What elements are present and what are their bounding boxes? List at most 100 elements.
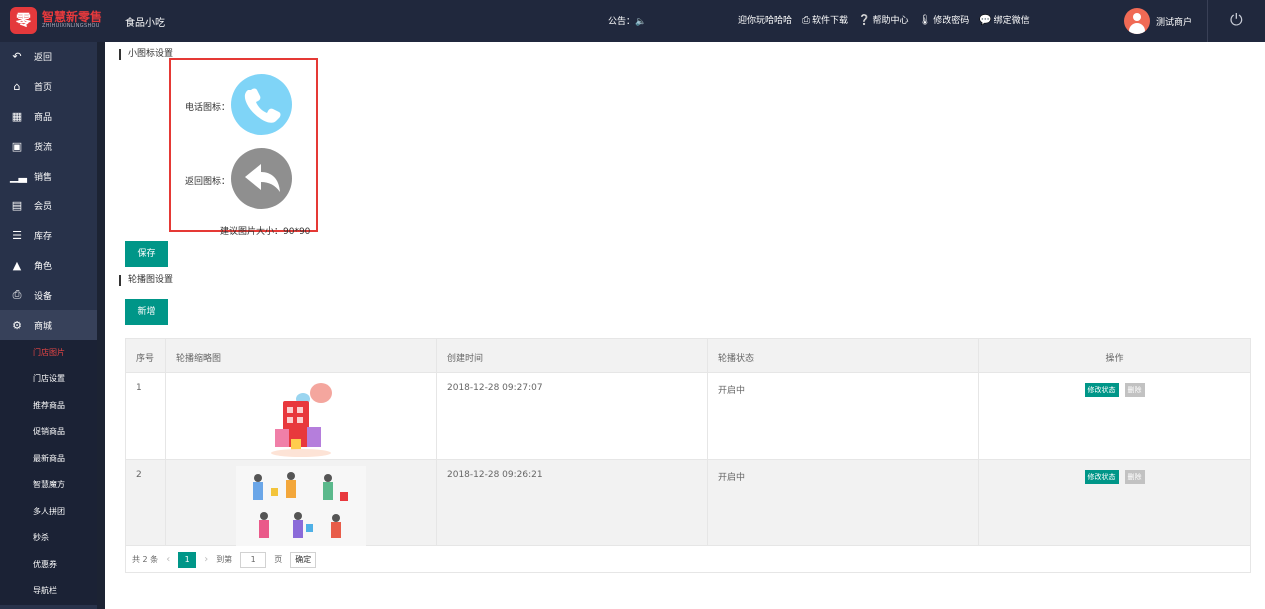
edit-status-button[interactable]: 修改状态: [1084, 383, 1119, 397]
row-created: 2018-12-28 09:26:21: [437, 460, 708, 546]
bar-chart-icon: ▁▃: [10, 169, 27, 183]
sidebar-subitem-promotions[interactable]: 促销商品: [0, 419, 97, 446]
user-menu[interactable]: 测试商户: [1124, 8, 1192, 34]
main-content: 小图标设置 电话图标： 返回图标： 建议图片大小：90*90 保存 轮播图设置 …: [105, 42, 1265, 609]
sidebar-item-sales[interactable]: ▁▃ 销售: [0, 161, 105, 191]
sidebar-subitem-magic-cube[interactable]: 智慧魔方: [0, 472, 97, 499]
sidebar-item-label: 会员: [34, 202, 53, 213]
sidebar-item-label: 商城: [34, 321, 53, 332]
store-name: 食品小吃: [125, 18, 165, 29]
total-count: 共 2 条: [132, 555, 159, 564]
truck-icon: ▣: [11, 139, 23, 153]
link-help[interactable]: ❔ 帮助中心: [858, 13, 908, 26]
col-created: 创建时间: [437, 339, 708, 373]
sidebar-subitem-group-buy[interactable]: 多人拼团: [0, 499, 97, 526]
print-icon: ⎙: [802, 15, 811, 26]
sidebar-subitem-newest[interactable]: 最新商品: [0, 446, 97, 473]
page-1[interactable]: 1: [178, 551, 197, 568]
link-password-label: 修改密码: [933, 16, 970, 26]
link-wechat[interactable]: 💬 绑定微信: [979, 13, 1029, 26]
next-page-icon[interactable]: ›: [204, 554, 208, 565]
col-index: 序号: [126, 339, 166, 373]
sidebar-subitem-store-settings[interactable]: 门店设置: [0, 366, 97, 393]
row-thumbnail: [166, 460, 437, 546]
small-icons-title: 小图标设置: [119, 49, 173, 60]
sidebar-item-stock[interactable]: ☰ 库存: [0, 221, 105, 251]
sidebar-subitem-navbar[interactable]: 导航栏: [0, 578, 97, 605]
sidebar-submenu-mall: 门店图片 门店设置 推荐商品 促销商品 最新商品 智慧魔方 多人拼团 秒杀 优惠…: [0, 339, 97, 605]
header-divider: [1207, 0, 1208, 42]
sidebar-subitem-flash-sale[interactable]: 秒杀: [0, 525, 97, 552]
sidebar-item-label: 库存: [34, 232, 53, 243]
add-button[interactable]: 新增: [125, 299, 168, 325]
delete-button[interactable]: 删除: [1124, 470, 1145, 484]
logo[interactable]: 零 智慧新零售 ZHIHUIXINLINGSHOU: [10, 6, 105, 36]
username: 测试商户: [1156, 17, 1193, 28]
row-index: 2: [126, 460, 166, 546]
sidebar-item-back[interactable]: ↶ 返回: [0, 42, 105, 72]
power-icon[interactable]: ⏻: [1230, 10, 1243, 30]
speaker-icon: 🔈: [635, 17, 647, 27]
table-row: 1 2018-12-28 09:27:07 开启中 修改状态 删除: [126, 373, 1250, 460]
sidebar-item-label: 首页: [34, 83, 53, 94]
sidebar-subitem-store-images[interactable]: 门店图片: [0, 340, 97, 367]
col-thumbnail: 轮播缩略图: [166, 339, 437, 373]
phone-icon-upload[interactable]: [231, 74, 292, 135]
row-status: 开启中: [708, 460, 979, 546]
col-actions: 操作: [979, 339, 1250, 373]
sidebar-item-label: 销售: [34, 172, 53, 183]
thermometer-icon: 🌡: [918, 15, 932, 26]
back-icon-label: 返回图标：: [185, 177, 231, 187]
link-wechat-label: 绑定微信: [993, 16, 1030, 26]
reply-icon: [245, 164, 280, 192]
sidebar-item-home[interactable]: ⌂ 首页: [0, 72, 105, 102]
row-status: 开启中: [708, 373, 979, 460]
back-icon: ↶: [12, 50, 22, 64]
pagination: 共 2 条 ‹ 1 › 到第 1 页 确定: [126, 546, 1250, 573]
table-row: 2 2018-12-28 09:26:21 开启中 修改状态 删除: [126, 460, 1250, 546]
sidebar-subitem-recommended[interactable]: 推荐商品: [0, 393, 97, 420]
carousel-title: 轮播图设置: [119, 275, 173, 286]
shoppers-image[interactable]: [236, 466, 366, 546]
sidebar-item-label: 设备: [34, 291, 53, 302]
sidebar-item-goods[interactable]: ▦ 商品: [0, 102, 105, 132]
back-icon-upload[interactable]: [231, 148, 292, 209]
delete-button[interactable]: 删除: [1124, 383, 1145, 397]
link-download-label: 软件下载: [812, 16, 849, 26]
sidebar-scrollbar[interactable]: [97, 42, 105, 609]
page-unit: 页: [274, 555, 283, 564]
shopping-building-image[interactable]: [261, 379, 341, 459]
link-download[interactable]: ⎙ 软件下载: [802, 13, 848, 26]
link-welcome[interactable]: 迎你玩哈哈哈: [738, 13, 792, 26]
help-icon: ❔: [858, 15, 871, 26]
sidebar-subitem-coupons[interactable]: 优惠券: [0, 552, 97, 579]
grid-icon: ▦: [11, 109, 23, 123]
sidebar-item-roles[interactable]: ▲ 角色: [0, 251, 105, 281]
save-button[interactable]: 保存: [125, 241, 168, 267]
prev-page-icon[interactable]: ‹: [166, 554, 170, 565]
row-actions: 修改状态 删除: [979, 373, 1250, 460]
sidebar-item-label: 角色: [34, 261, 53, 272]
goto-page-input[interactable]: 1: [240, 551, 267, 568]
confirm-page-button[interactable]: 确定: [290, 551, 317, 568]
col-status: 轮播状态: [708, 339, 979, 373]
sidebar-item-logistics[interactable]: ▣ 货流: [0, 131, 105, 161]
carousel-table: 序号 轮播缩略图 创建时间 轮播状态 操作 1 2018-12-28 09:27…: [125, 338, 1251, 573]
gear-icon: ⚙: [12, 318, 22, 332]
edit-status-button[interactable]: 修改状态: [1084, 470, 1119, 484]
row-actions: 修改状态 删除: [979, 460, 1250, 546]
sidebar-item-devices[interactable]: ⎙ 设备: [0, 280, 105, 310]
row-created: 2018-12-28 09:27:07: [437, 373, 708, 460]
sidebar-item-members[interactable]: ▤ 会员: [0, 191, 105, 221]
printer-icon: ⎙: [12, 288, 22, 302]
header-links: 迎你玩哈哈哈 ⎙ 软件下载 ❔ 帮助中心 🌡 修改密码 💬 绑定微信: [738, 13, 1030, 26]
phone-icon: [244, 88, 281, 123]
link-help-label: 帮助中心: [872, 16, 909, 26]
link-password[interactable]: 🌡 修改密码: [919, 13, 970, 26]
wechat-icon: 💬: [979, 15, 992, 26]
sidebar-item-label: 货流: [34, 142, 53, 153]
image-size-hint: 建议图片大小：90*90: [220, 227, 311, 237]
sidebar-item-mall[interactable]: ⚙ 商城: [0, 310, 97, 340]
notice[interactable]: 公告：🔈: [608, 14, 646, 27]
id-card-icon: ▤: [11, 199, 23, 213]
